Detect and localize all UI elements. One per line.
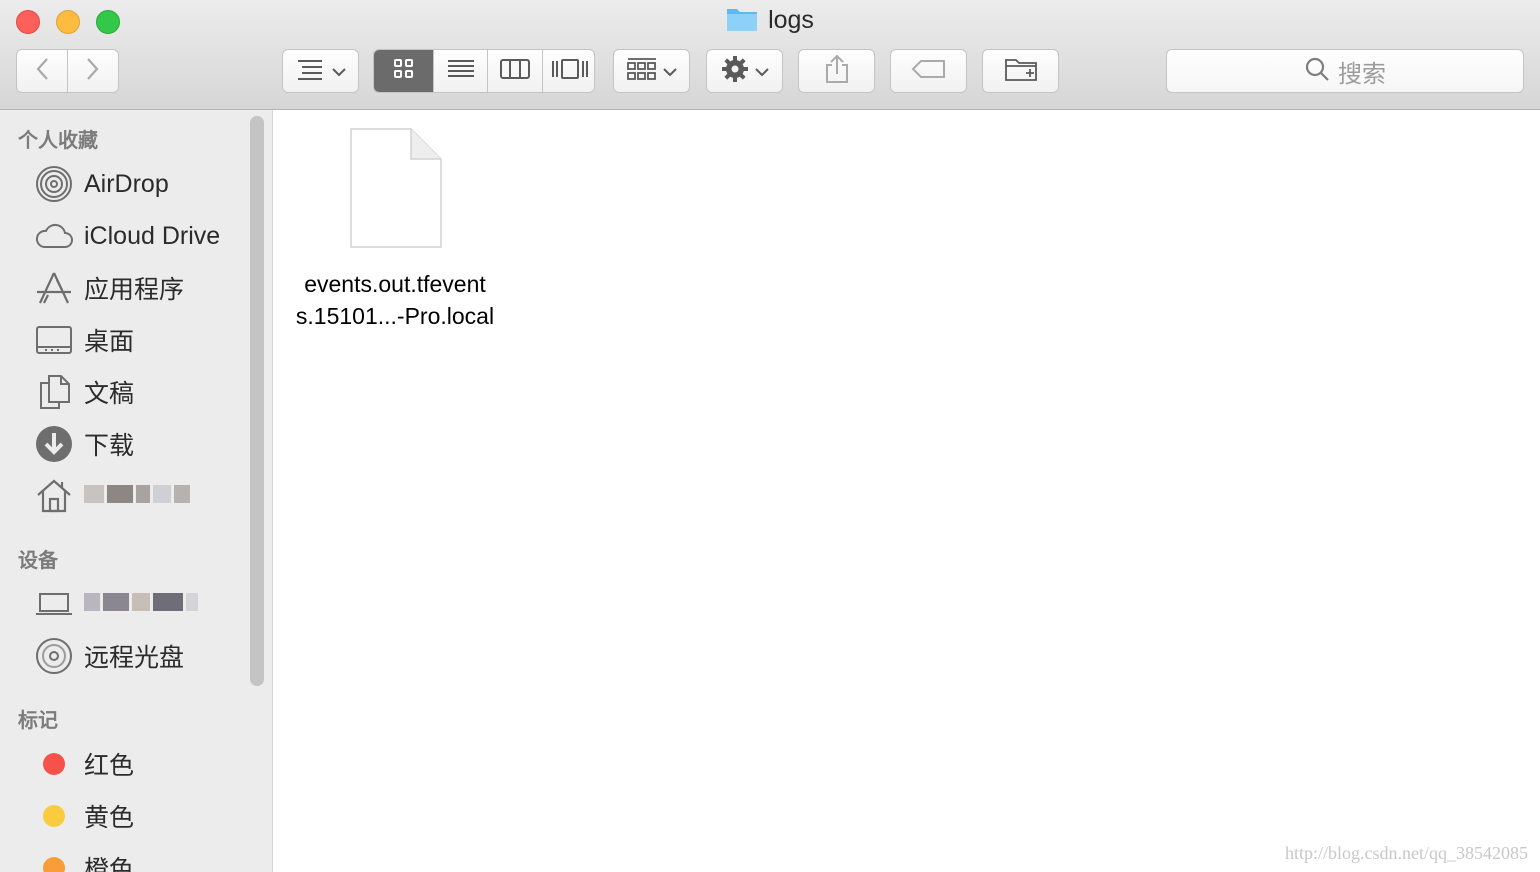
search-field[interactable]: 搜索	[1166, 49, 1524, 93]
applications-icon	[34, 268, 74, 308]
sidebar-item-home[interactable]	[34, 476, 193, 516]
file-name-line: s.15101...-Pro.local	[295, 303, 495, 329]
sidebar-item-this-mac[interactable]	[34, 584, 201, 624]
edit-tags-button[interactable]	[890, 49, 967, 93]
airdrop-icon	[34, 164, 74, 204]
documents-icon	[34, 372, 74, 412]
sidebar-item-documents[interactable]: 文稿	[34, 372, 134, 412]
devices-header: 设备	[18, 548, 58, 572]
columns-icon	[500, 58, 530, 84]
list-icon	[447, 59, 475, 83]
cover-flow-view-button[interactable]	[543, 50, 594, 92]
sidebar-item-tag-red[interactable]: 红色	[34, 744, 134, 784]
sidebar-item-label: 桌面	[84, 328, 135, 356]
sidebar-item-desktop[interactable]: 桌面	[34, 320, 134, 360]
desktop-icon	[34, 320, 74, 360]
sidebar: 个人收藏 AirDrop iCloud Drive 应用程序 桌面 文稿 下载 …	[0, 110, 273, 872]
cloud-icon	[34, 216, 74, 256]
back-button[interactable]	[16, 49, 68, 93]
search-placeholder: 搜索	[1338, 59, 1386, 88]
watermark: http://blog.csdn.net/qq_38542085	[1285, 843, 1528, 863]
group-by-button[interactable]	[613, 49, 690, 93]
window-title: logs	[0, 6, 1540, 39]
redacted-device-name	[84, 593, 201, 615]
home-icon	[34, 476, 74, 516]
chevron-down-icon	[754, 62, 769, 81]
share-icon	[824, 54, 850, 88]
folder-icon	[726, 6, 758, 39]
favorites-header: 个人收藏	[18, 128, 98, 152]
window-toolbar: logs 搜索	[0, 0, 1540, 110]
sidebar-item-label: 文稿	[84, 380, 135, 408]
sidebar-item-applications[interactable]: 应用程序	[34, 268, 184, 308]
sidebar-item-downloads[interactable]: 下载	[34, 424, 134, 464]
window-title-text: logs	[768, 6, 814, 34]
red-tag-dot-icon	[43, 753, 65, 775]
redacted-username	[84, 485, 193, 507]
sidebar-scrollbar[interactable]	[250, 116, 264, 686]
share-button[interactable]	[798, 49, 875, 93]
icon-view-button[interactable]	[374, 50, 434, 92]
file-item[interactable]: events.out.tfevent s.15101...-Pro.local	[278, 110, 512, 340]
yellow-tag-dot-icon	[43, 805, 65, 827]
forward-button[interactable]	[67, 49, 119, 93]
gear-icon	[721, 55, 749, 87]
sidebar-item-label: AirDrop	[84, 169, 169, 198]
sidebar-item-airdrop[interactable]: AirDrop	[34, 164, 169, 204]
tag-icon	[911, 59, 947, 83]
sidebar-item-label: 橙色	[84, 856, 135, 872]
list-indent-icon	[296, 58, 326, 84]
column-view-button[interactable]	[488, 50, 543, 92]
laptop-icon	[34, 584, 74, 624]
group-grid-icon	[626, 57, 657, 85]
chevron-right-icon	[86, 57, 100, 85]
sidebar-item-tag-orange[interactable]: 橙色	[34, 848, 134, 872]
sidebar-item-label: 应用程序	[84, 276, 185, 304]
document-file-icon	[349, 127, 443, 253]
chevron-down-icon	[331, 62, 346, 81]
new-folder-icon	[1004, 56, 1038, 86]
sidebar-item-label: 下载	[84, 432, 135, 460]
file-name: events.out.tfevent s.15101...-Pro.local	[278, 268, 512, 332]
file-name-line: events.out.tfevent	[304, 271, 486, 297]
disc-icon	[34, 636, 74, 676]
file-browser-content: events.out.tfevent s.15101...-Pro.local	[274, 110, 1540, 872]
search-icon	[1304, 56, 1330, 86]
view-mode-segmented-control	[373, 49, 595, 93]
sidebar-item-label: 黄色	[84, 804, 135, 832]
sidebar-item-remote-disc[interactable]: 远程光盘	[34, 636, 184, 676]
chevron-down-icon	[662, 62, 677, 81]
download-icon	[34, 424, 74, 464]
tags-header: 标记	[18, 708, 58, 732]
sidebar-item-tag-yellow[interactable]: 黄色	[34, 796, 134, 836]
cover-flow-icon	[551, 58, 589, 84]
list-view-button[interactable]	[434, 50, 488, 92]
sidebar-item-label: iCloud Drive	[84, 221, 221, 250]
sidebar-item-label: 远程光盘	[84, 644, 185, 672]
sidebar-item-label: 红色	[84, 752, 135, 780]
orange-tag-dot-icon	[43, 857, 65, 872]
new-folder-button[interactable]	[982, 49, 1059, 93]
action-menu-button[interactable]	[706, 49, 783, 93]
arrange-button[interactable]	[282, 49, 359, 93]
sidebar-item-icloud-drive[interactable]: iCloud Drive	[34, 216, 220, 256]
chevron-left-icon	[35, 57, 49, 85]
grid-icon	[393, 58, 415, 84]
